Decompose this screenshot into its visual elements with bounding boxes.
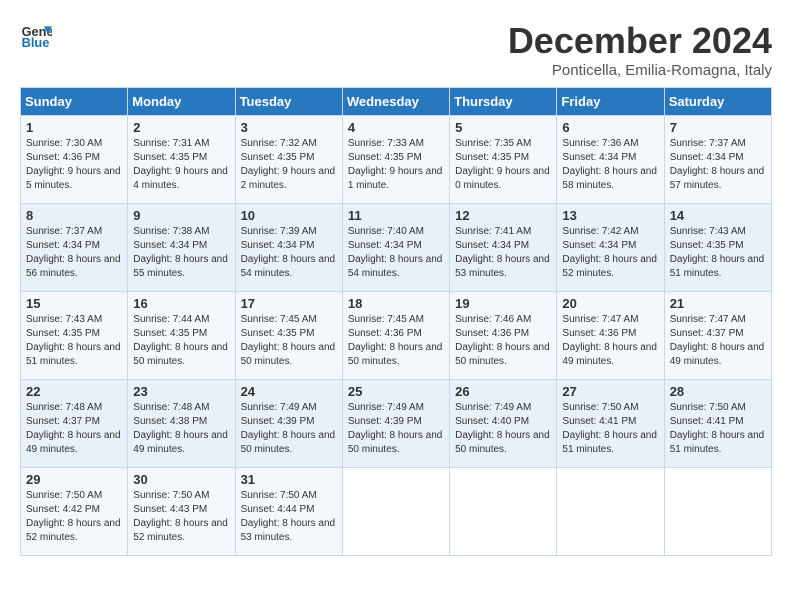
table-row: 29 Sunrise: 7:50 AM Sunset: 4:42 PM Dayl… bbox=[21, 468, 128, 556]
location-subtitle: Ponticella, Emilia-Romagna, Italy bbox=[508, 62, 772, 79]
table-row: 27 Sunrise: 7:50 AM Sunset: 4:41 PM Dayl… bbox=[557, 380, 664, 468]
table-row: 14 Sunrise: 7:43 AM Sunset: 4:35 PM Dayl… bbox=[664, 204, 771, 292]
table-row: 10 Sunrise: 7:39 AM Sunset: 4:34 PM Dayl… bbox=[235, 204, 342, 292]
header-monday: Monday bbox=[128, 88, 235, 116]
table-row: 17 Sunrise: 7:45 AM Sunset: 4:35 PM Dayl… bbox=[235, 292, 342, 380]
table-row: 20 Sunrise: 7:47 AM Sunset: 4:36 PM Dayl… bbox=[557, 292, 664, 380]
header-saturday: Saturday bbox=[664, 88, 771, 116]
table-row: 31 Sunrise: 7:50 AM Sunset: 4:44 PM Dayl… bbox=[235, 468, 342, 556]
table-row: 23 Sunrise: 7:48 AM Sunset: 4:38 PM Dayl… bbox=[128, 380, 235, 468]
table-row: 18 Sunrise: 7:45 AM Sunset: 4:36 PM Dayl… bbox=[342, 292, 449, 380]
table-row: 19 Sunrise: 7:46 AM Sunset: 4:36 PM Dayl… bbox=[450, 292, 557, 380]
table-row: 8 Sunrise: 7:37 AM Sunset: 4:34 PM Dayli… bbox=[21, 204, 128, 292]
table-row: 7 Sunrise: 7:37 AM Sunset: 4:34 PM Dayli… bbox=[664, 116, 771, 204]
header-tuesday: Tuesday bbox=[235, 88, 342, 116]
table-row bbox=[557, 468, 664, 556]
calendar-header-row: Sunday Monday Tuesday Wednesday Thursday… bbox=[21, 88, 772, 116]
table-row: 28 Sunrise: 7:50 AM Sunset: 4:41 PM Dayl… bbox=[664, 380, 771, 468]
table-row: 12 Sunrise: 7:41 AM Sunset: 4:34 PM Dayl… bbox=[450, 204, 557, 292]
table-row: 5 Sunrise: 7:35 AM Sunset: 4:35 PM Dayli… bbox=[450, 116, 557, 204]
table-row: 30 Sunrise: 7:50 AM Sunset: 4:43 PM Dayl… bbox=[128, 468, 235, 556]
table-row: 15 Sunrise: 7:43 AM Sunset: 4:35 PM Dayl… bbox=[21, 292, 128, 380]
table-row: 13 Sunrise: 7:42 AM Sunset: 4:34 PM Dayl… bbox=[557, 204, 664, 292]
month-title: December 2024 bbox=[508, 20, 772, 62]
title-area: December 2024 Ponticella, Emilia-Romagna… bbox=[508, 20, 772, 79]
table-row: 2 Sunrise: 7:31 AM Sunset: 4:35 PM Dayli… bbox=[128, 116, 235, 204]
table-row: 11 Sunrise: 7:40 AM Sunset: 4:34 PM Dayl… bbox=[342, 204, 449, 292]
table-row: 26 Sunrise: 7:49 AM Sunset: 4:40 PM Dayl… bbox=[450, 380, 557, 468]
table-row: 24 Sunrise: 7:49 AM Sunset: 4:39 PM Dayl… bbox=[235, 380, 342, 468]
header-sunday: Sunday bbox=[21, 88, 128, 116]
table-row: 3 Sunrise: 7:32 AM Sunset: 4:35 PM Dayli… bbox=[235, 116, 342, 204]
logo: General Blue bbox=[20, 20, 52, 52]
header-friday: Friday bbox=[557, 88, 664, 116]
table-row: 9 Sunrise: 7:38 AM Sunset: 4:34 PM Dayli… bbox=[128, 204, 235, 292]
table-row bbox=[450, 468, 557, 556]
page-header: General Blue December 2024 Ponticella, E… bbox=[20, 20, 772, 79]
table-row: 22 Sunrise: 7:48 AM Sunset: 4:37 PM Dayl… bbox=[21, 380, 128, 468]
calendar-table: Sunday Monday Tuesday Wednesday Thursday… bbox=[20, 87, 772, 556]
header-thursday: Thursday bbox=[450, 88, 557, 116]
table-row: 4 Sunrise: 7:33 AM Sunset: 4:35 PM Dayli… bbox=[342, 116, 449, 204]
logo-icon: General Blue bbox=[20, 20, 52, 52]
table-row bbox=[342, 468, 449, 556]
table-row: 25 Sunrise: 7:49 AM Sunset: 4:39 PM Dayl… bbox=[342, 380, 449, 468]
header-wednesday: Wednesday bbox=[342, 88, 449, 116]
table-row: 1 Sunrise: 7:30 AM Sunset: 4:36 PM Dayli… bbox=[21, 116, 128, 204]
svg-text:Blue: Blue bbox=[22, 35, 50, 50]
table-row: 16 Sunrise: 7:44 AM Sunset: 4:35 PM Dayl… bbox=[128, 292, 235, 380]
table-row: 21 Sunrise: 7:47 AM Sunset: 4:37 PM Dayl… bbox=[664, 292, 771, 380]
table-row: 6 Sunrise: 7:36 AM Sunset: 4:34 PM Dayli… bbox=[557, 116, 664, 204]
table-row bbox=[664, 468, 771, 556]
